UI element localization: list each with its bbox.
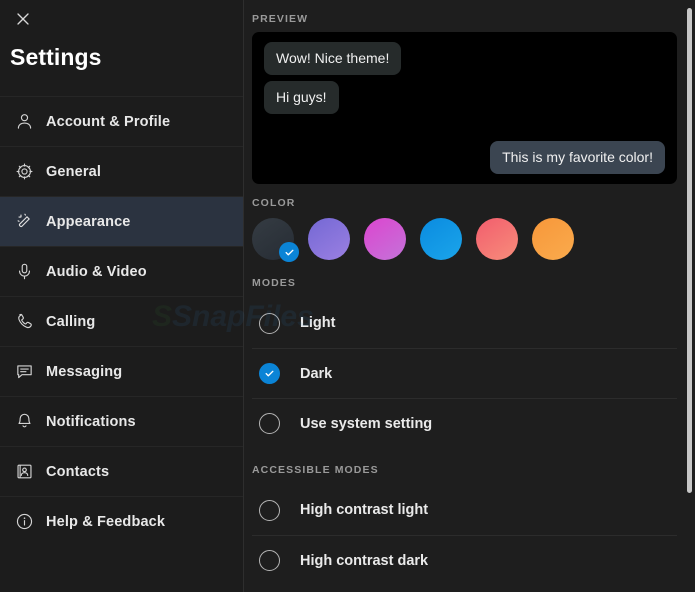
mode-option-label: Dark [300, 365, 333, 382]
sidebar-item-general[interactable]: General [0, 146, 243, 196]
settings-window: Settings Account & Profile General Appea… [0, 0, 695, 592]
sidebar-item-label: Messaging [46, 363, 123, 380]
sidebar-item-contacts[interactable]: Contacts [0, 446, 243, 496]
accessible-modes-heading: ACCESSIBLE MODES [252, 464, 379, 476]
message-bubble-incoming: Hi guys! [264, 80, 339, 114]
bell-icon [10, 408, 38, 436]
message-bubble-outgoing: This is my favorite color! [490, 141, 665, 174]
color-swatch-purple[interactable] [308, 218, 350, 260]
sidebar-item-audio-video[interactable]: Audio & Video [0, 246, 243, 296]
mode-option-label: Light [300, 315, 336, 331]
mode-option-use-system-setting[interactable]: Use system setting [252, 398, 677, 448]
mode-option-label: High contrast dark [300, 552, 429, 569]
magic-wand-icon [10, 208, 38, 236]
check-icon [279, 242, 299, 262]
info-circle-icon [10, 508, 38, 536]
color-swatch-orange[interactable] [532, 218, 574, 260]
message-row: Hi guys! [264, 80, 665, 114]
gear-icon [10, 158, 38, 186]
phone-icon [10, 308, 38, 336]
sidebar-item-label: Contacts [46, 463, 110, 480]
preview-section: Wow! Nice theme! Hi guys! This is my fav… [252, 32, 677, 184]
close-icon [15, 11, 31, 27]
appearance-settings-pane: PREVIEW Wow! Nice theme! Hi guys! This i… [244, 0, 695, 592]
sidebar-item-calling[interactable]: Calling [0, 296, 243, 346]
color-swatch-magenta[interactable] [364, 218, 406, 260]
sidebar-item-label: Account & Profile [46, 113, 171, 130]
mode-option-label: Use system setting [300, 415, 433, 432]
sidebar-item-label: Calling [46, 313, 96, 330]
message-row: This is my favorite color! [264, 141, 665, 174]
modes-radio-group: Light Dark Use system setting [252, 298, 677, 448]
sidebar-item-label: Help & Feedback [46, 513, 166, 530]
person-icon [10, 108, 38, 136]
mode-option-light[interactable]: Light [252, 298, 677, 348]
color-swatch-coral[interactable] [476, 218, 518, 260]
mode-option-dark[interactable]: Dark [252, 348, 677, 398]
sidebar-item-label: Notifications [46, 413, 136, 430]
close-button[interactable] [6, 2, 40, 36]
color-swatch-list [252, 216, 677, 264]
sidebar-item-help-feedback[interactable]: Help & Feedback [0, 496, 243, 546]
settings-sidebar: Settings Account & Profile General Appea… [0, 0, 244, 592]
sidebar-item-appearance[interactable]: Appearance [0, 196, 243, 246]
microphone-icon [10, 258, 38, 286]
radio-unchecked-icon [259, 499, 280, 521]
color-heading: COLOR [252, 197, 296, 209]
radio-unchecked-icon [259, 413, 280, 434]
sidebar-item-account-profile[interactable]: Account & Profile [0, 96, 243, 146]
titlebar [0, 0, 243, 38]
modes-heading: MODES [252, 277, 297, 289]
sidebar-item-label: Audio & Video [46, 263, 147, 280]
page-title: Settings [10, 44, 102, 70]
radio-unchecked-icon [259, 550, 280, 571]
color-swatch-blue[interactable] [420, 218, 462, 260]
sidebar-item-notifications[interactable]: Notifications [0, 396, 243, 446]
accessible-modes-radio-group: High contrast light High contrast dark [252, 485, 677, 585]
chat-bubble-icon [10, 358, 38, 386]
radio-unchecked-icon [259, 312, 280, 334]
sidebar-item-messaging[interactable]: Messaging [0, 346, 243, 396]
mode-option-high-contrast-light[interactable]: High contrast light [252, 485, 677, 535]
sidebar-item-label: Appearance [46, 213, 131, 230]
message-bubble-incoming: Wow! Nice theme! [264, 42, 402, 75]
mode-option-high-contrast-dark[interactable]: High contrast dark [252, 535, 677, 585]
contact-card-icon [10, 458, 38, 486]
radio-checked-icon [259, 363, 280, 384]
message-row: Wow! Nice theme! [264, 42, 665, 75]
scrollbar-thumb[interactable] [687, 8, 692, 493]
mode-option-label: High contrast light [300, 502, 429, 518]
color-swatch-slate-gray[interactable] [252, 218, 299, 262]
sidebar-item-label: General [46, 163, 102, 180]
preview-chat-panel: Wow! Nice theme! Hi guys! This is my fav… [252, 32, 677, 184]
preview-heading: PREVIEW [252, 13, 309, 25]
sidebar-nav: Account & Profile General Appearance Aud… [0, 96, 243, 546]
